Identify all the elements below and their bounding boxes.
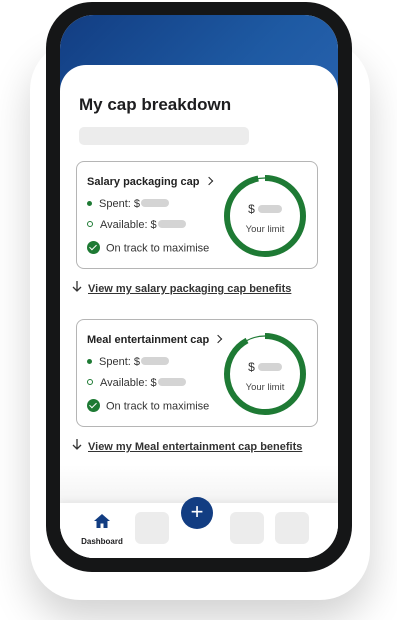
gauge-ring — [224, 333, 306, 415]
hidden-amount — [257, 205, 282, 213]
loading-placeholder — [79, 127, 249, 145]
meal-entertainment-cap-card: Meal entertainment cap Spent: $ Availabl… — [76, 319, 318, 427]
check-circle-icon — [87, 241, 100, 254]
spent-label: Spent: $ — [99, 198, 140, 210]
gauge-label: Your limit — [245, 224, 285, 235]
check-circle-icon — [87, 399, 100, 412]
add-button[interactable]: + — [181, 497, 213, 529]
spent-label: Spent: $ — [99, 356, 140, 368]
available-label: Available: $ — [100, 219, 157, 231]
link-text: View my Meal entertainment cap benefits — [88, 441, 303, 453]
card-title-link[interactable]: Meal entertainment cap — [87, 334, 223, 346]
hidden-amount — [257, 363, 282, 371]
available-label: Available: $ — [100, 377, 157, 389]
gauge-currency: $ — [248, 202, 255, 216]
gauge-currency: $ — [248, 360, 255, 374]
gauge-amount: $ — [221, 360, 309, 374]
status-text: On track to maximise — [106, 400, 210, 413]
nav-item-placeholder[interactable] — [135, 512, 169, 544]
plus-icon: + — [190, 499, 204, 524]
status-row: On track to maximise — [87, 241, 210, 255]
cap-gauge: $ Your limit — [221, 330, 309, 418]
available-dot-icon — [87, 221, 93, 227]
status-text: On track to maximise — [106, 242, 210, 255]
link-text: View my salary packaging cap benefits — [88, 283, 292, 295]
spent-row: Spent: $ — [87, 198, 169, 210]
salary-cap-benefits-link[interactable]: View my salary packaging cap benefits — [72, 281, 291, 295]
status-row: On track to maximise — [87, 399, 210, 413]
available-row: Available: $ — [87, 377, 186, 389]
nav-dashboard-label: Dashboard — [81, 537, 123, 546]
nav-dashboard[interactable]: Dashboard — [74, 513, 130, 546]
available-row: Available: $ — [87, 219, 186, 231]
card-title: Salary packaging cap — [87, 176, 200, 188]
hidden-amount — [157, 378, 186, 386]
arrow-down-icon — [72, 281, 82, 295]
hidden-amount — [140, 357, 169, 365]
meal-cap-benefits-link[interactable]: View my Meal entertainment cap benefits — [72, 439, 302, 453]
nav-item-placeholder[interactable] — [275, 512, 309, 544]
gauge-amount: $ — [221, 202, 309, 216]
nav-item-placeholder[interactable] — [230, 512, 264, 544]
page-title: My cap breakdown — [79, 95, 232, 114]
home-icon — [94, 514, 110, 528]
chevron-right-icon — [204, 176, 213, 186]
hidden-amount — [157, 220, 186, 228]
spent-dot-icon — [87, 359, 92, 364]
app-screen: My cap breakdown Salary packaging cap Sp… — [60, 15, 338, 558]
hidden-amount — [140, 199, 169, 207]
salary-packaging-cap-card: Salary packaging cap Spent: $ Available:… — [76, 161, 318, 269]
spent-row: Spent: $ — [87, 356, 169, 368]
spent-dot-icon — [87, 201, 92, 206]
gauge-label: Your limit — [245, 382, 285, 393]
gauge-progress-arc — [224, 333, 306, 415]
card-title: Meal entertainment cap — [87, 334, 210, 346]
gauge-ring — [224, 175, 306, 257]
available-dot-icon — [87, 379, 93, 385]
cap-gauge: $ Your limit — [221, 172, 309, 260]
arrow-down-icon — [72, 439, 82, 453]
gauge-progress-arc — [224, 175, 306, 257]
card-title-link[interactable]: Salary packaging cap — [87, 176, 213, 188]
